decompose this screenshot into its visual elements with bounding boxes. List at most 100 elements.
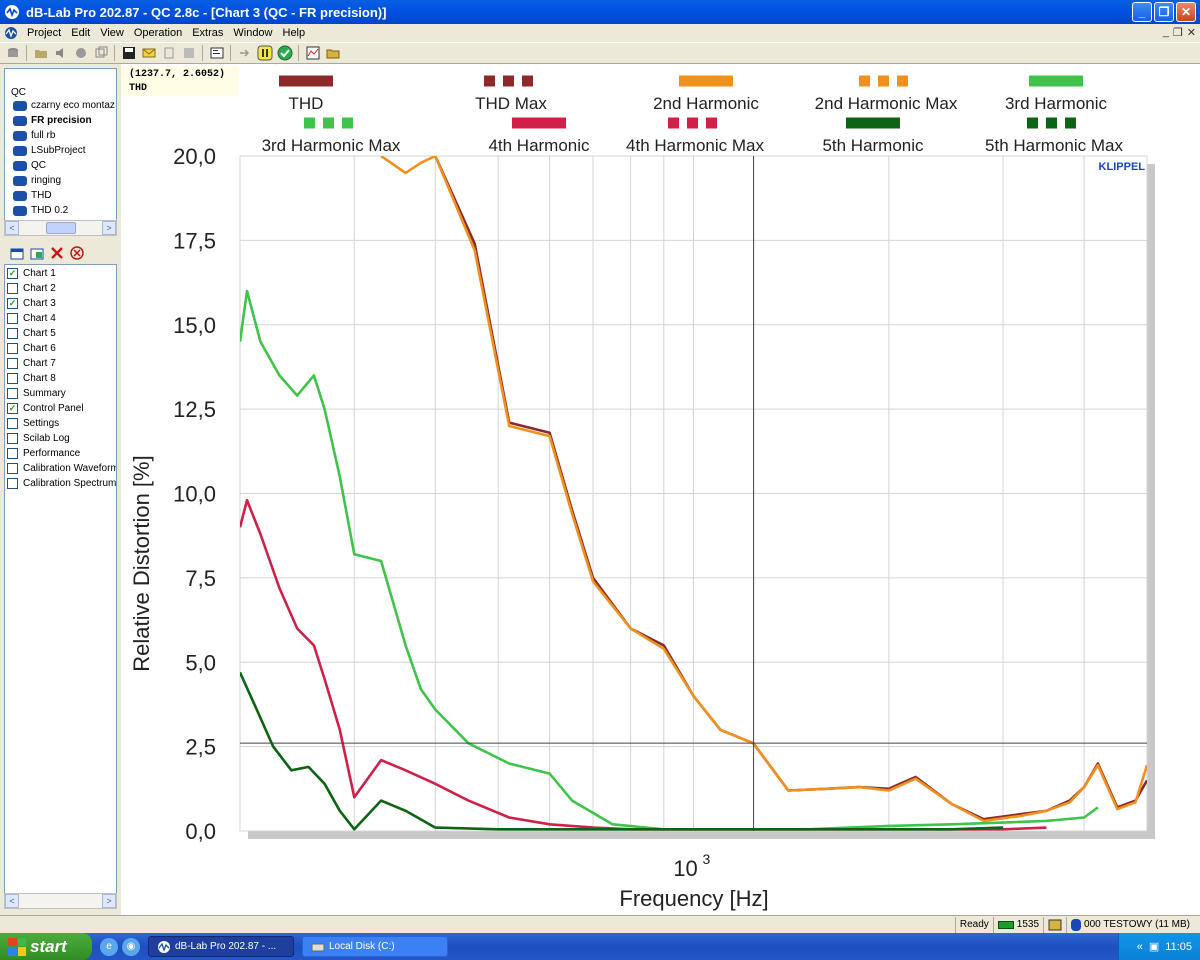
check-icon[interactable] <box>276 45 293 62</box>
speaker-icon[interactable] <box>52 45 69 62</box>
chart-area[interactable]: 0,0 2,5 5,0 7,5 10,0 12,5 15,0 17,5 20,0 10 3 Frequ… <box>121 64 1200 915</box>
cancel-icon[interactable] <box>70 245 84 263</box>
copy-icon[interactable] <box>92 45 109 62</box>
close-button[interactable]: ✕ <box>1176 2 1196 22</box>
chart-list-item[interactable]: Scilab Log <box>5 431 116 446</box>
checkbox[interactable]: ✓ <box>7 298 18 309</box>
chart-list-item[interactable]: Calibration Spectrum <box>5 476 116 491</box>
chart-list-item[interactable]: Summary <box>5 386 116 401</box>
scroll-right-button[interactable]: > <box>102 221 116 235</box>
checkbox[interactable]: ✓ <box>7 268 18 279</box>
scroll-thumb[interactable] <box>45 222 76 234</box>
y-tick-label: 15,0 <box>173 313 216 338</box>
chart-list-item[interactable]: Chart 6 <box>5 341 116 356</box>
folder-icon[interactable] <box>324 45 341 62</box>
mdi-minimize-button[interactable]: _ <box>1163 26 1169 39</box>
save-icon[interactable] <box>120 45 137 62</box>
arrow-icon[interactable] <box>236 45 253 62</box>
import-icon[interactable] <box>160 45 177 62</box>
menu-extras[interactable]: Extras <box>187 27 228 39</box>
project-tree[interactable]: QC czarny eco montaz FR precision full rb L… <box>4 68 117 236</box>
chart-list-item[interactable]: ✓ Control Panel <box>5 401 116 416</box>
scroll-left-button[interactable]: < <box>5 894 19 908</box>
checkbox[interactable] <box>7 463 18 474</box>
menu-project[interactable]: Project <box>22 27 66 39</box>
checkbox[interactable] <box>7 343 18 354</box>
new-page-icon[interactable] <box>30 246 44 263</box>
mail-icon[interactable] <box>140 45 157 62</box>
clock: 11:05 <box>1165 940 1192 953</box>
menu-view[interactable]: View <box>95 27 129 39</box>
menu-edit[interactable]: Edit <box>66 27 95 39</box>
chart-svg[interactable]: 0,0 2,5 5,0 7,5 10,0 12,5 15,0 17,5 20,0 10 3 Frequ… <box>121 64 1200 915</box>
media-player-icon[interactable]: ◉ <box>122 937 140 956</box>
chart-list-item[interactable]: Settings <box>5 416 116 431</box>
menu-operation[interactable]: Operation <box>129 27 187 39</box>
tree-item[interactable]: QC <box>5 158 116 173</box>
db-icon[interactable] <box>4 45 21 62</box>
toolbar-separator <box>230 45 231 61</box>
checkbox[interactable] <box>7 358 18 369</box>
tree-item[interactable]: FR precision <box>5 113 116 128</box>
chart-list-item[interactable]: Chart 7 <box>5 356 116 371</box>
checkbox[interactable] <box>7 448 18 459</box>
checkbox[interactable] <box>7 313 18 324</box>
minimize-button[interactable]: _ <box>1132 2 1152 22</box>
scroll-right-button[interactable]: > <box>102 894 116 908</box>
chart-list-item[interactable]: Chart 5 <box>5 326 116 341</box>
left-panel: QC czarny eco montaz FR precision full rb L… <box>0 64 120 914</box>
tree-item[interactable]: THD <box>5 188 116 203</box>
chart-list-item[interactable]: Calibration Waveform <box>5 461 116 476</box>
start-button[interactable]: start <box>0 933 92 960</box>
tree-item[interactable]: ringing <box>5 173 116 188</box>
mdi-close-button[interactable]: ✕ <box>1187 26 1196 39</box>
chart-icon[interactable] <box>304 45 321 62</box>
menu-help[interactable]: Help <box>278 27 311 39</box>
task-local-disk[interactable]: Local Disk (C:) <box>302 936 448 957</box>
chart-list-item[interactable]: Chart 8 <box>5 371 116 386</box>
window-title: dB-Lab Pro 202.87 - QC 2.8c - [Chart 3 (… <box>26 4 387 20</box>
tree-item[interactable]: full rb <box>5 128 116 143</box>
tree-hscrollbar[interactable]: < > <box>4 220 117 236</box>
chart-list-item[interactable]: Chart 2 <box>5 281 116 296</box>
new-window-icon[interactable] <box>10 246 24 263</box>
task-label: dB-Lab Pro 202.87 - ... <box>175 941 277 952</box>
mdi-child-icon[interactable] <box>4 26 18 40</box>
pause-icon[interactable] <box>256 45 273 62</box>
chart-list-label: Chart 6 <box>23 343 56 354</box>
title-bar[interactable]: dB-Lab Pro 202.87 - QC 2.8c - [Chart 3 (… <box>0 0 1200 24</box>
checkbox[interactable]: ✓ <box>7 403 18 414</box>
menu-window[interactable]: Window <box>228 27 277 39</box>
checkbox[interactable] <box>7 283 18 294</box>
checkbox[interactable] <box>7 418 18 429</box>
chart-list-item[interactable]: ✓ Chart 1 <box>5 266 116 281</box>
task-dblab[interactable]: dB-Lab Pro 202.87 - ... <box>148 936 294 957</box>
tree-root[interactable]: QC <box>5 69 116 98</box>
run-icon[interactable] <box>72 45 89 62</box>
checkbox[interactable] <box>7 478 18 489</box>
open-folder-icon[interactable] <box>32 45 49 62</box>
tree-item[interactable]: THD 0.2 <box>5 203 116 218</box>
export-icon[interactable] <box>180 45 197 62</box>
chart-list-item[interactable]: Performance <box>5 446 116 461</box>
chart-list-item[interactable]: ✓ Chart 3 <box>5 296 116 311</box>
chart-list-hscrollbar[interactable]: < > <box>4 893 117 909</box>
measurement-icon <box>13 205 27 216</box>
checkbox[interactable] <box>7 328 18 339</box>
checkbox[interactable] <box>7 433 18 444</box>
delete-icon[interactable] <box>50 246 64 263</box>
checkbox[interactable] <box>7 373 18 384</box>
tree-item[interactable]: LSubProject <box>5 143 116 158</box>
properties-icon[interactable] <box>208 45 225 62</box>
scroll-left-button[interactable]: < <box>5 221 19 235</box>
tree-item[interactable]: czarny eco montaz <box>5 98 116 113</box>
measurement-icon <box>13 100 27 111</box>
tray-collapse-icon[interactable]: « <box>1137 941 1143 953</box>
chart-list-item[interactable]: Chart 4 <box>5 311 116 326</box>
network-icon[interactable]: ▣ <box>1149 940 1159 953</box>
maximize-button[interactable]: ❐ <box>1154 2 1174 22</box>
chart-tools <box>4 244 117 264</box>
mdi-restore-button[interactable]: ❐ <box>1173 26 1183 39</box>
internet-explorer-icon[interactable]: e <box>100 937 118 956</box>
checkbox[interactable] <box>7 388 18 399</box>
